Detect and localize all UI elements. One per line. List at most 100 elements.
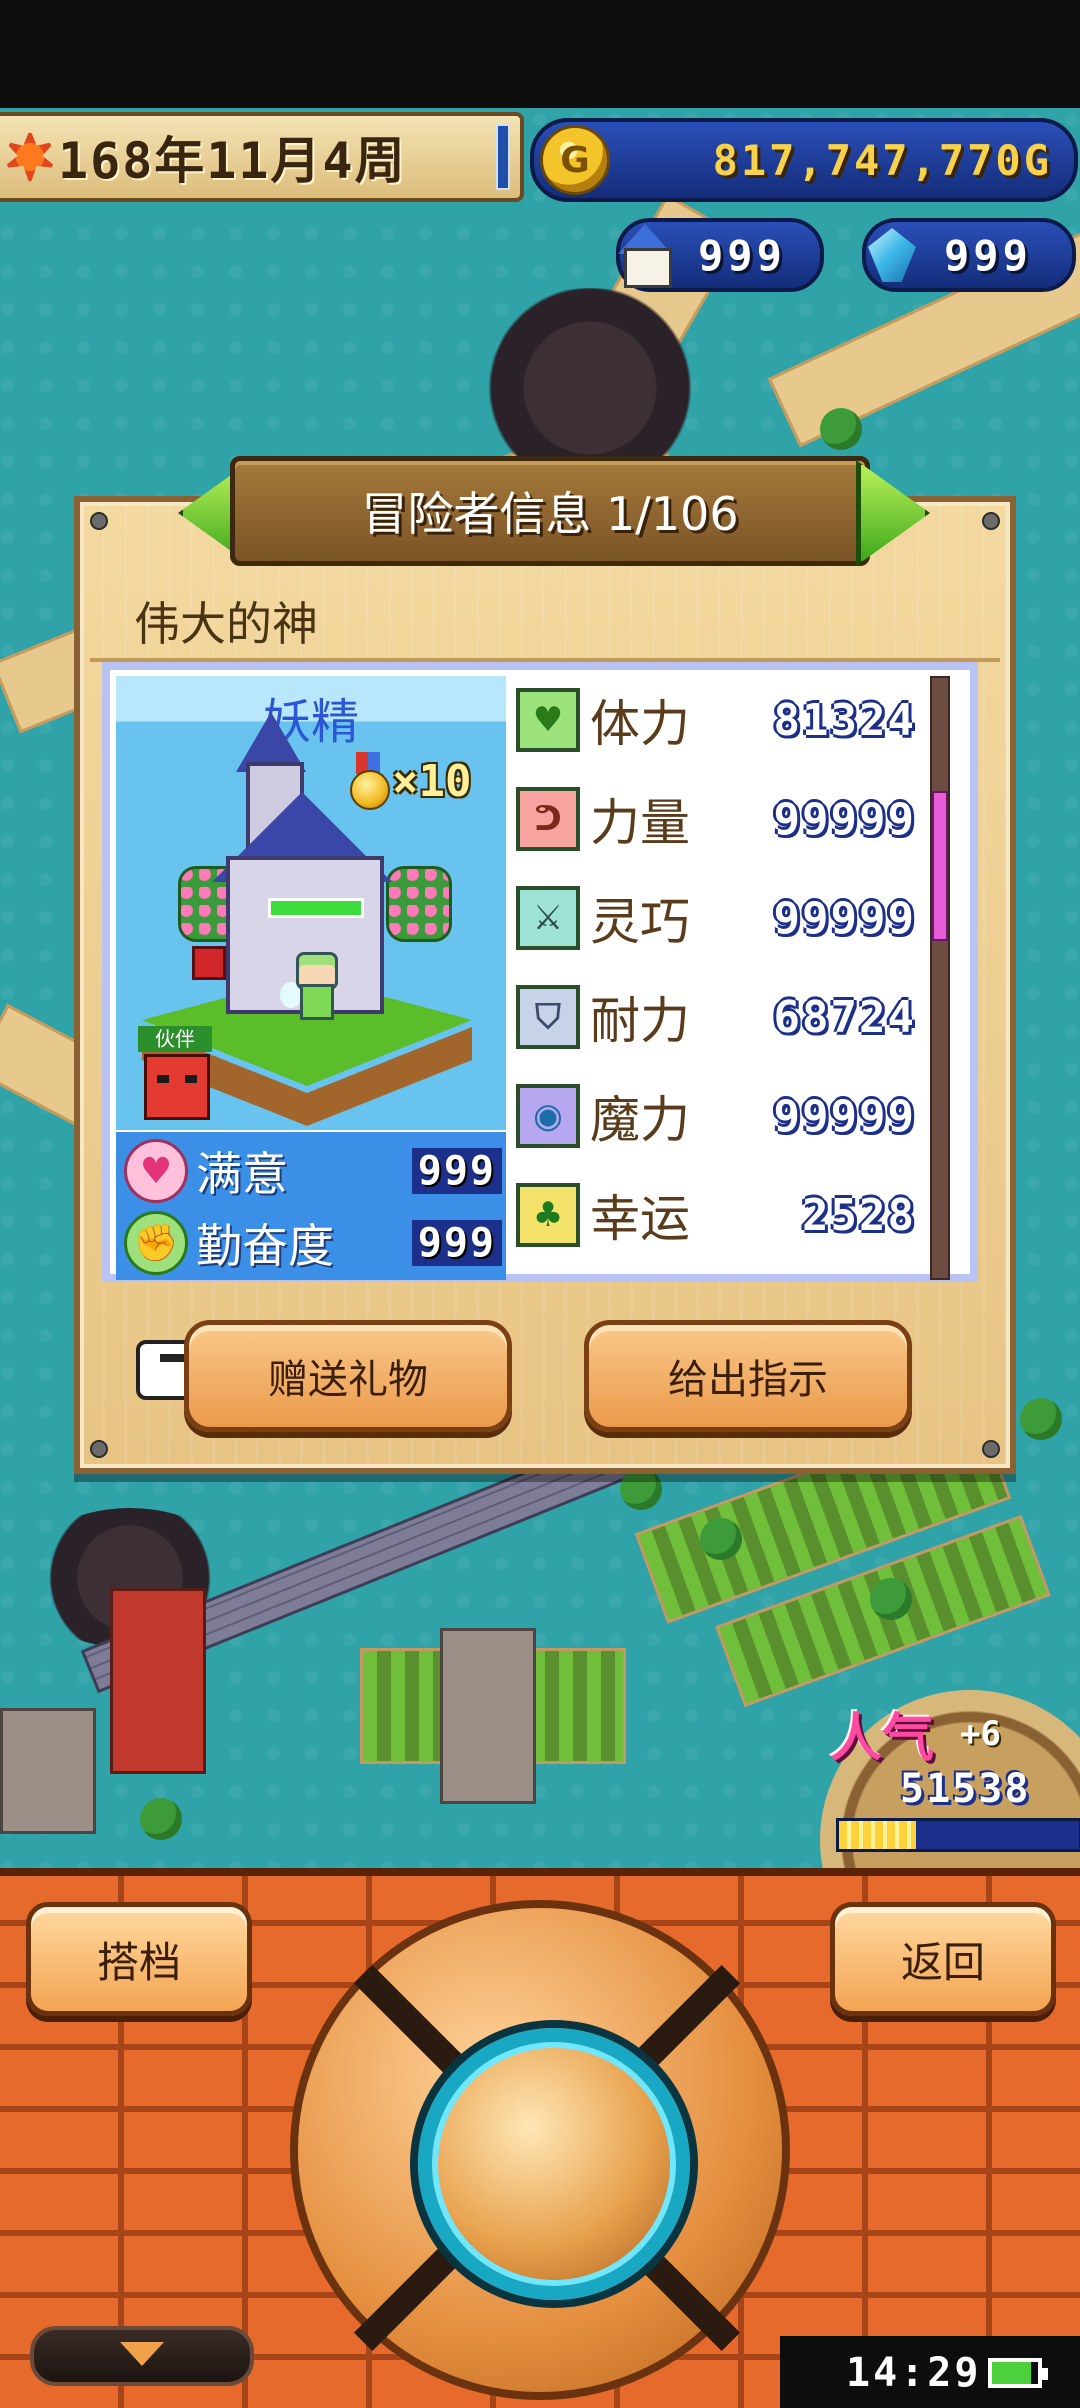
stat-label: 灵巧 (590, 893, 690, 951)
gold-coin-icon: G (540, 125, 610, 195)
mailbox-icon (192, 946, 226, 980)
tree (700, 1518, 742, 1560)
bolt (90, 1440, 108, 1458)
battery-icon (988, 2358, 1048, 2388)
stat-value: 99999 (773, 1090, 916, 1142)
stat-value: 68724 (773, 991, 916, 1043)
partner-face-icon (144, 1054, 210, 1120)
stat-value: 2528 (802, 1189, 916, 1241)
bolt (90, 512, 108, 530)
partner-button[interactable]: 搭档 (26, 1902, 252, 2016)
shield-icon: ⛉ (516, 985, 580, 1049)
chevron-down-icon (120, 2342, 164, 2366)
heart-icon: ♥ (124, 1139, 188, 1203)
crystal-icon (858, 222, 924, 288)
mood-box: ♥ 满意 999 ✊ 勤奋度 999 (116, 1132, 506, 1280)
adventurer-info-dialog: 冒险者信息 1/106 伟大的神 妖精 ×10 伙伴 ♥ 满意 999 ✊ 勤奋… (74, 456, 1016, 1474)
partner-badge: 伙伴 (138, 1026, 212, 1120)
mood-row-diligence: ✊ 勤奋度 999 (124, 1208, 502, 1278)
stat-row-endurance: ⛉ 耐力 68724 (516, 977, 916, 1057)
clock: 14:29 (846, 2350, 982, 2396)
popularity-value: 51538 (900, 1766, 1031, 1812)
stats-list[interactable]: ♥ 体力 81324 ᕤ 力量 99999 ⚔ 灵巧 99999 ⛉ 耐力 68… (516, 676, 916, 1276)
stat-label: 力量 (590, 794, 690, 852)
hp-bar (268, 898, 364, 918)
medal-count: ×10 (392, 756, 472, 807)
popularity-bar-fill (839, 1821, 916, 1849)
mood-row-satisfaction: ♥ 满意 999 (124, 1136, 502, 1206)
adventurer-portrait: 妖精 ×10 伙伴 (116, 676, 506, 1130)
dpad-center-button[interactable] (418, 2028, 690, 2300)
battery-fill (992, 2362, 1032, 2384)
adventurer-name: 伟大的神 (134, 597, 318, 651)
dialog-title: 冒险者信息 1/106 (361, 487, 739, 541)
medal-icon (348, 752, 390, 812)
watchtower (440, 1628, 536, 1804)
crystal-count: 999 (944, 230, 1032, 280)
windmill (0, 1708, 96, 1834)
control-panel: 搭档 返回 14:29 (0, 1868, 1080, 2408)
give-instruction-button[interactable]: 给出指示 (584, 1320, 912, 1432)
popularity-label: 人气 (830, 1709, 935, 1769)
crossed-swords-icon: ⚔ (516, 886, 580, 950)
gold-display: G 817,747,770G (530, 118, 1078, 202)
date-display: 168年11月4周 (0, 112, 524, 202)
mood-value: 999 (411, 1148, 502, 1194)
class-name: 妖精 (262, 694, 359, 750)
mood-label: 满意 (196, 1147, 288, 1201)
status-corner: 14:29 (780, 2336, 1080, 2408)
magic-orb-icon: ◉ (516, 1084, 580, 1148)
back-button[interactable]: 返回 (830, 1902, 1056, 2016)
stat-value: 99999 (773, 892, 916, 944)
stat-row-luck: ♣ 幸运 2528 (516, 1175, 916, 1255)
popularity-meter: 人气 +6 51538 (820, 1690, 1080, 1990)
directional-pad[interactable] (290, 1900, 790, 2400)
stats-scrollbar-thumb[interactable] (932, 791, 948, 941)
dialog-title-bar: 冒险者信息 1/106 (230, 456, 870, 566)
popularity-bar (836, 1818, 1080, 1852)
stats-scrollbar[interactable] (930, 676, 950, 1280)
expand-menu-tab[interactable] (30, 2326, 254, 2386)
flower-bush (386, 866, 452, 942)
muscle-icon: ᕤ (516, 787, 580, 851)
tree (140, 1798, 182, 1840)
tree (620, 1468, 662, 1510)
road (767, 164, 1080, 448)
gold-amount: 817,747,770G (712, 135, 1052, 185)
effort-icon: ✊ (124, 1211, 188, 1275)
date-text: 168年11月4周 (58, 132, 407, 190)
tree (870, 1578, 912, 1620)
stat-row-stamina: ♥ 体力 81324 (516, 680, 916, 760)
give-gift-button[interactable]: 赠送礼物 (184, 1320, 512, 1432)
tree (820, 408, 862, 450)
house-icon (612, 222, 678, 288)
maple-leaf-icon (2, 129, 58, 185)
stat-row-magic: ◉ 魔力 99999 (516, 1076, 916, 1156)
info-panel: 妖精 ×10 伙伴 ♥ 满意 999 ✊ 勤奋度 999 ♥ 体力 81324 … (102, 662, 978, 1282)
fairy-sprite (280, 952, 344, 1022)
mood-value: 999 (411, 1220, 502, 1266)
house-count: 999 (698, 230, 786, 280)
bolt (982, 1440, 1000, 1458)
date-edge-marker (496, 124, 510, 190)
bolt (982, 512, 1000, 530)
popularity-rank: +6 (960, 1714, 1001, 1754)
stat-label: 魔力 (590, 1091, 690, 1149)
stat-value: 99999 (773, 793, 916, 845)
stat-value: 81324 (773, 694, 916, 746)
crystal-count-display: 999 (862, 218, 1076, 292)
pagoda (110, 1588, 206, 1774)
heart-icon: ♥ (516, 688, 580, 752)
stat-row-strength: ᕤ 力量 99999 (516, 779, 916, 859)
tree (1020, 1398, 1062, 1440)
stat-row-dexterity: ⚔ 灵巧 99999 (516, 878, 916, 958)
stat-label: 耐力 (590, 992, 690, 1050)
game-screen: 168年11月4周 G 817,747,770G 999 999 冒险者信息 1… (0, 0, 1080, 2408)
stat-label: 幸运 (590, 1190, 690, 1248)
clover-icon: ♣ (516, 1183, 580, 1247)
mood-label: 勤奋度 (196, 1219, 334, 1273)
hp-bar-fill (271, 901, 361, 915)
stat-label: 体力 (590, 695, 690, 753)
partner-label: 伙伴 (138, 1026, 212, 1052)
house-count-display: 999 (616, 218, 824, 292)
